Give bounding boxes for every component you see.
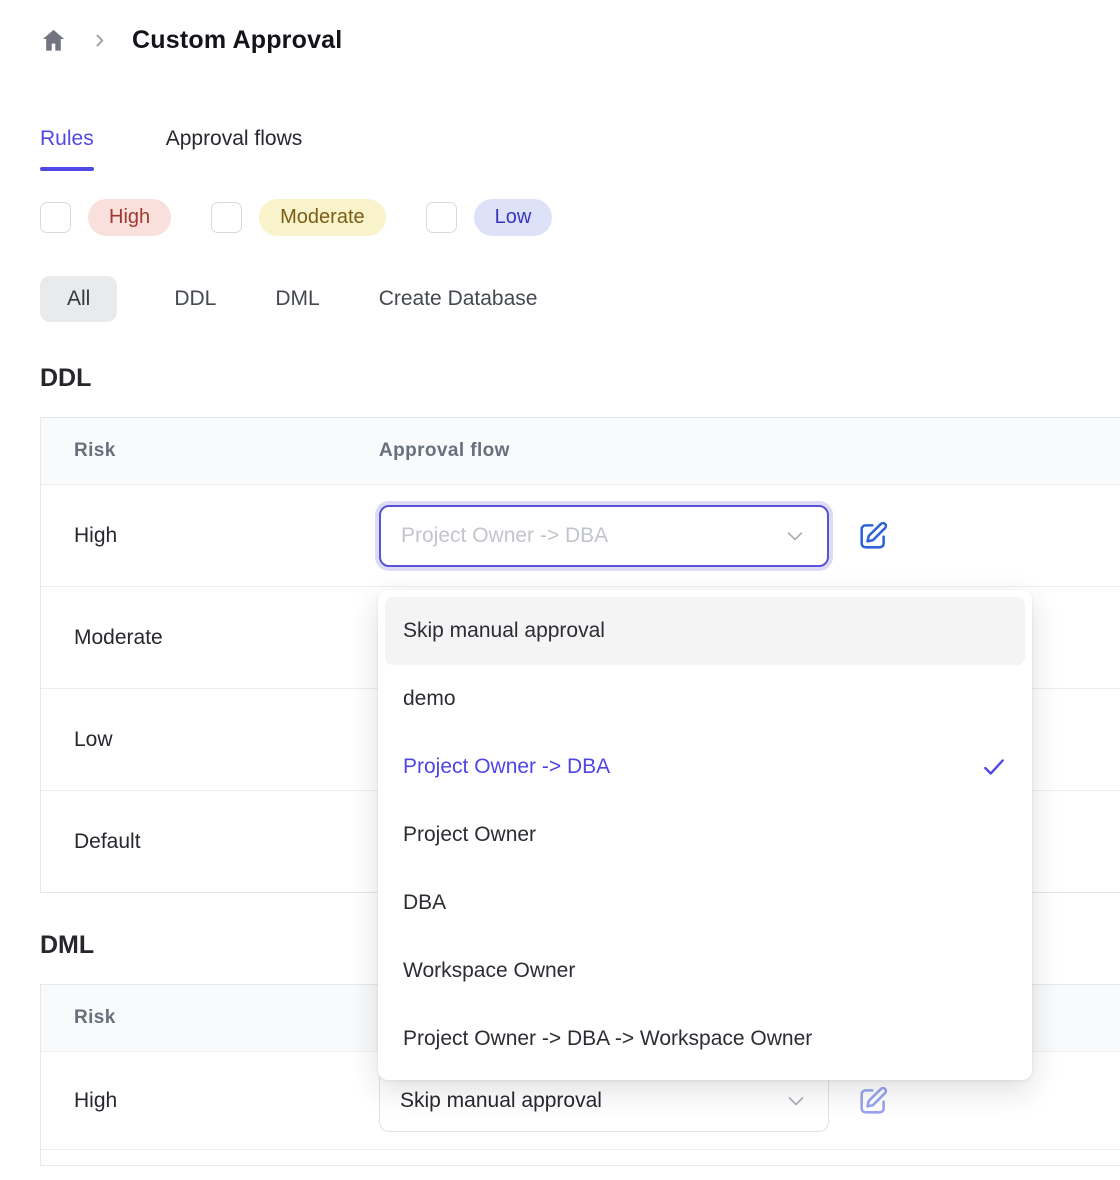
home-icon[interactable] <box>40 27 67 54</box>
edit-flow-icon[interactable] <box>856 1084 890 1118</box>
ddl-risk-low: Low <box>41 728 379 752</box>
breadcrumb: Custom Approval <box>40 0 1120 55</box>
dml-risk-high: High <box>41 1089 379 1113</box>
badge-high[interactable]: High <box>88 199 171 236</box>
tab-approval-flows[interactable]: Approval flows <box>166 125 303 171</box>
section-title-ddl: DDL <box>40 364 1120 393</box>
chevron-right-icon <box>91 32 108 49</box>
category-tabs: All DDL DML Create Database <box>40 276 1120 322</box>
dropdown-item-project-owner-dba[interactable]: Project Owner -> DBA <box>385 733 1025 801</box>
filter-group-high: High <box>40 199 171 236</box>
ddl-high-flow-select[interactable]: Project Owner -> DBA <box>379 505 829 567</box>
approval-flow-dropdown: Skip manual approval demo Project Owner … <box>378 590 1032 1080</box>
badge-moderate[interactable]: Moderate <box>259 199 386 236</box>
dml-row-partial <box>41 1149 1120 1165</box>
tab-active-underline <box>40 167 94 171</box>
dropdown-item-skip-manual-approval[interactable]: Skip manual approval <box>385 597 1025 665</box>
ddl-risk-default: Default <box>41 830 379 854</box>
ddl-table-header: Risk Approval flow <box>41 418 1120 484</box>
category-tab-all[interactable]: All <box>40 276 117 322</box>
ddl-header-risk: Risk <box>41 440 379 462</box>
dml-header-risk: Risk <box>41 1007 379 1029</box>
ddl-header-approval-flow: Approval flow <box>379 440 1120 462</box>
edit-flow-icon[interactable] <box>856 519 890 553</box>
category-tab-ddl[interactable]: DDL <box>172 276 218 322</box>
ddl-risk-high: High <box>41 524 379 548</box>
checkbox-moderate[interactable] <box>211 202 242 233</box>
ddl-high-flow-select-value: Project Owner -> DBA <box>401 524 608 548</box>
chevron-down-icon <box>784 1089 808 1113</box>
dropdown-item-project-owner-dba-workspace-owner[interactable]: Project Owner -> DBA -> Workspace Owner <box>385 1005 1025 1073</box>
dropdown-item-dba[interactable]: DBA <box>385 869 1025 937</box>
check-icon <box>981 754 1007 780</box>
checkbox-high[interactable] <box>40 202 71 233</box>
dropdown-item-project-owner[interactable]: Project Owner <box>385 801 1025 869</box>
ddl-risk-moderate: Moderate <box>41 626 379 650</box>
filter-group-low: Low <box>426 199 553 236</box>
risk-filter-row: High Moderate Low <box>40 199 1120 236</box>
dropdown-item-demo[interactable]: demo <box>385 665 1025 733</box>
dropdown-item-workspace-owner[interactable]: Workspace Owner <box>385 937 1025 1005</box>
tab-rules[interactable]: Rules <box>40 125 94 171</box>
page-title: Custom Approval <box>132 26 342 55</box>
chevron-down-icon <box>783 524 807 548</box>
badge-low[interactable]: Low <box>474 199 553 236</box>
tab-approval-flows-label: Approval flows <box>166 125 303 153</box>
dml-high-flow-select-value: Skip manual approval <box>400 1089 602 1113</box>
tab-rules-label: Rules <box>40 125 94 153</box>
tab-bar: Rules Approval flows <box>40 125 1120 171</box>
checkbox-low[interactable] <box>426 202 457 233</box>
category-tab-dml[interactable]: DML <box>273 276 321 322</box>
filter-group-moderate: Moderate <box>211 199 386 236</box>
category-tab-create-database[interactable]: Create Database <box>377 276 540 322</box>
ddl-row-high: High Project Owner -> DBA <box>41 484 1120 586</box>
